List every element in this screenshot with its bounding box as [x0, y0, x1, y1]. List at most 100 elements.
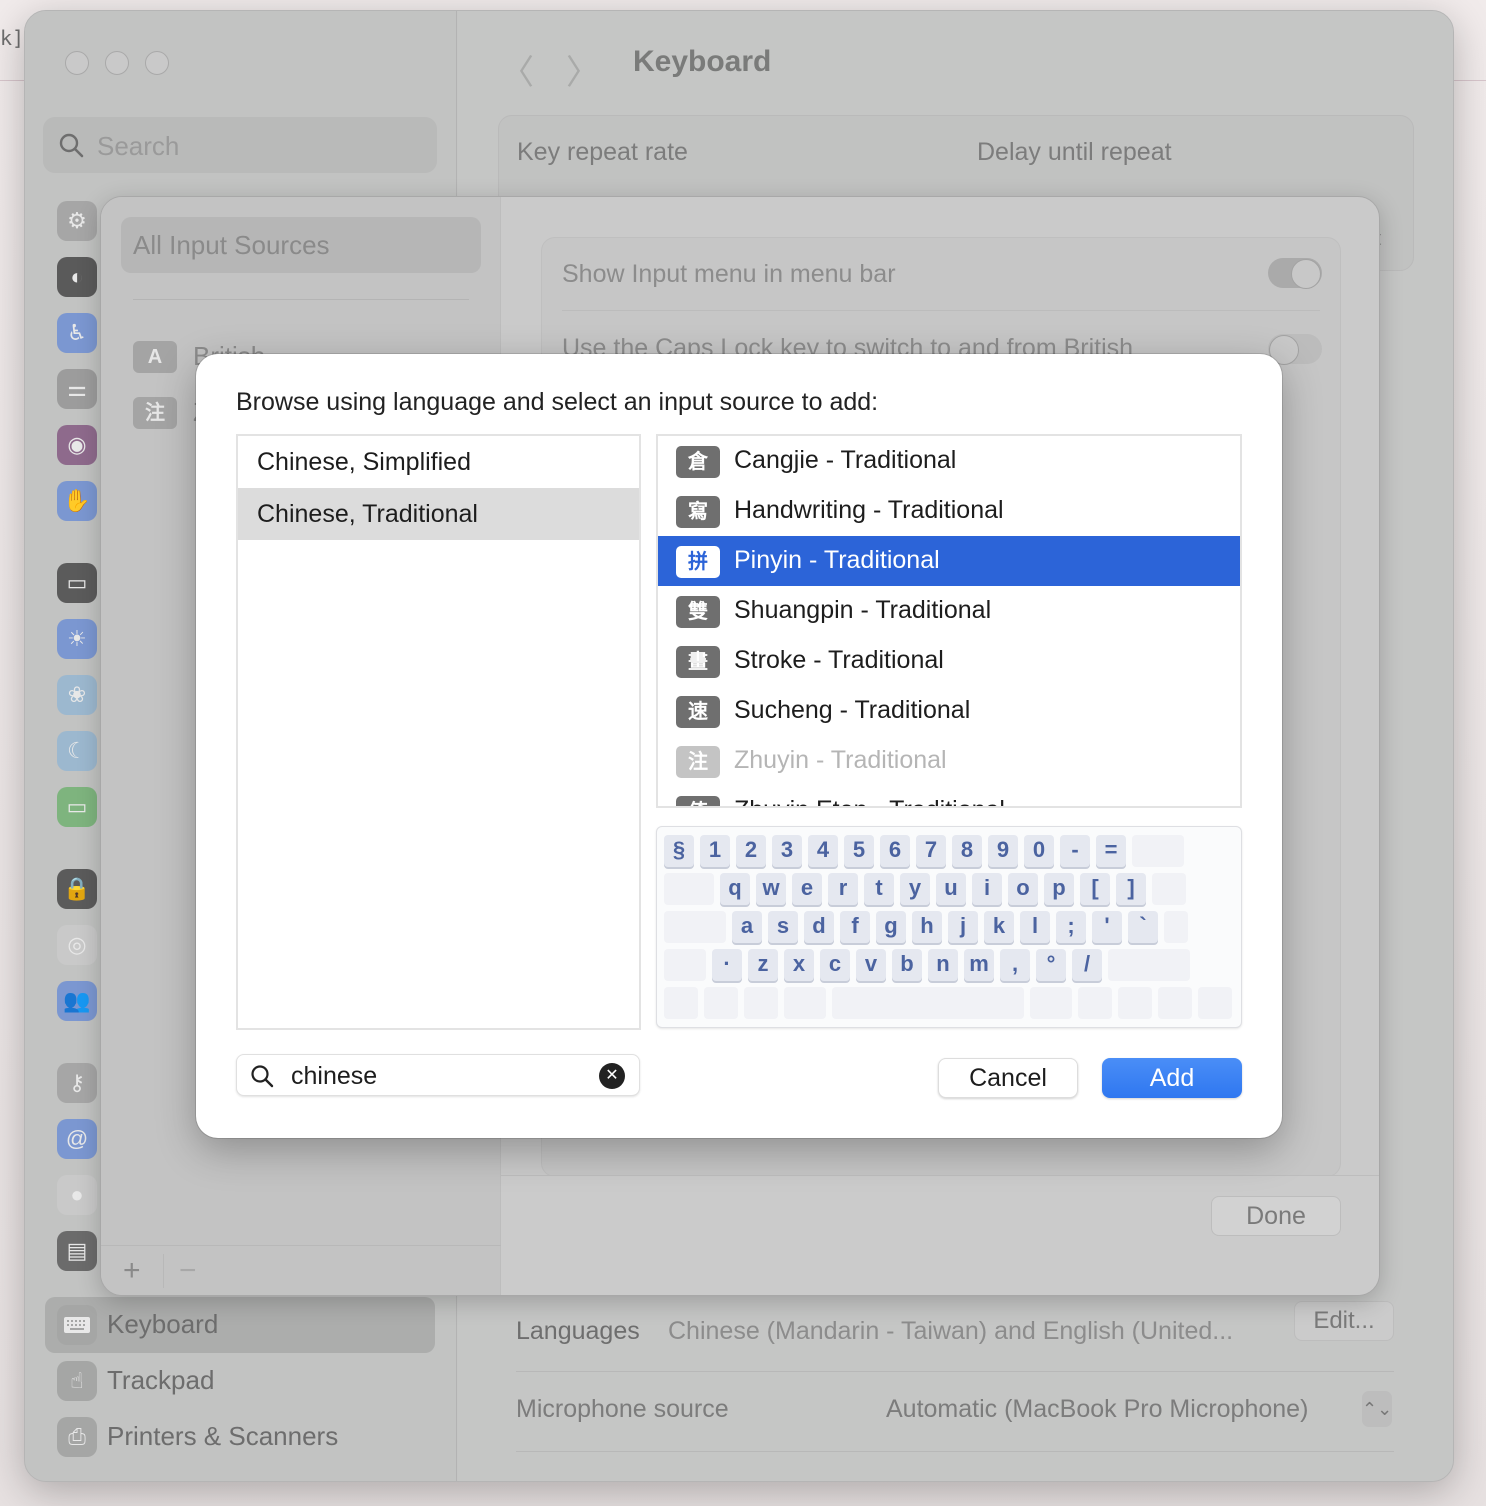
cancel-button[interactable]: Cancel [938, 1058, 1078, 1098]
keyboard-key: i [972, 873, 1002, 905]
show-input-menu-label: Show Input menu in menu bar [562, 260, 896, 288]
microphone-source-stepper[interactable]: ⌃⌄ [1362, 1391, 1392, 1427]
printer-icon: ⎙ [57, 1417, 97, 1457]
input-source-item[interactable]: 雙 Shuangpin - Traditional [658, 586, 1240, 636]
keyboard-key: ° [1036, 949, 1066, 981]
internet-accounts-icon[interactable]: @ [57, 1119, 97, 1159]
wallpaper-icon[interactable]: ❀ [57, 675, 97, 715]
appearance-icon[interactable]: ◐ [57, 257, 97, 297]
languages-label: Languages [516, 1317, 640, 1345]
keyboard-key: 3 [772, 835, 802, 867]
caps-lock-switch-toggle[interactable] [1268, 334, 1322, 365]
input-source-label: Shuangpin - Traditional [734, 596, 992, 624]
keyboard-key: a [732, 911, 762, 943]
keyboard-key: t [864, 873, 894, 905]
keyboard-key: , [1000, 949, 1030, 981]
privacy-security-icon[interactable]: ✋ [57, 481, 97, 521]
input-source-item[interactable]: 速 Sucheng - Traditional [658, 686, 1240, 736]
touch-id-icon[interactable]: ◎ [57, 925, 97, 965]
input-source-icon: 倉 [676, 446, 720, 478]
control-center-icon[interactable]: ⚌ [57, 369, 97, 409]
battery-icon[interactable]: ▭ [57, 787, 97, 827]
sidebar-search-field[interactable]: Search [43, 117, 437, 173]
displays-icon[interactable]: ☀ [57, 619, 97, 659]
close-window-button[interactable] [65, 51, 89, 75]
input-source-item[interactable]: 倚 Zhuyin Eten - Traditional [658, 786, 1240, 806]
language-item-chinese-simplified[interactable]: Chinese, Simplified [238, 436, 639, 488]
keyboard-key: ] [1116, 873, 1146, 905]
keyboard-key: 1 [700, 835, 730, 867]
keyboard-key: e [792, 873, 822, 905]
language-search-input[interactable] [291, 1059, 591, 1093]
keyboard-key: h [912, 911, 942, 943]
done-button[interactable]: Done [1211, 1196, 1341, 1236]
wallet-icon[interactable]: ▤ [57, 1231, 97, 1271]
siri-icon[interactable]: ◉ [57, 425, 97, 465]
sidebar-item-label: Keyboard [107, 1309, 219, 1339]
back-button[interactable]: 〈 [500, 45, 534, 94]
modifier-key [1132, 835, 1184, 867]
input-source-item[interactable]: 畫 Stroke - Traditional [658, 636, 1240, 686]
forward-button[interactable]: 〉 [566, 45, 600, 94]
input-source-icon: 雙 [676, 596, 720, 628]
remove-source-button[interactable]: − [179, 1254, 197, 1288]
game-center-icon[interactable]: ● [57, 1175, 97, 1215]
input-source-item[interactable]: 倉 Cangjie - Traditional [658, 436, 1240, 486]
edit-languages-button[interactable]: Edit... [1294, 1301, 1394, 1341]
language-search-field[interactable]: ✕ [236, 1054, 640, 1096]
input-source-label: Zhuyin - Traditional [734, 746, 947, 774]
divider [562, 310, 1320, 311]
list-footer: + − [101, 1245, 501, 1295]
show-input-menu-toggle[interactable] [1268, 258, 1322, 289]
keyboard-key: c [820, 949, 850, 981]
sidebar-item-trackpad[interactable]: ☝ Trackpad [45, 1353, 435, 1409]
minimize-window-button[interactable] [105, 51, 129, 75]
input-source-item[interactable]: 拼 Pinyin - Traditional [658, 536, 1240, 586]
input-source-icon: 倚 [676, 796, 720, 806]
input-source-icon: 寫 [676, 496, 720, 528]
lock-screen-icon[interactable]: 🔒 [57, 869, 97, 909]
keyboard-key: - [1060, 835, 1090, 867]
keyboard-key: d [804, 911, 834, 943]
keyboard-key: j [948, 911, 978, 943]
keyboard-key: § [664, 835, 694, 867]
add-source-button[interactable]: + [123, 1254, 141, 1288]
keyboard-key: p [1044, 873, 1074, 905]
keyboard-key: 0 [1024, 835, 1054, 867]
desktop-dock-icon[interactable]: ▭ [57, 563, 97, 603]
all-input-sources-item[interactable]: All Input Sources [121, 217, 481, 273]
sidebar-search-placeholder: Search [97, 131, 180, 161]
trackpad-icon: ☝ [57, 1361, 97, 1401]
general-icon[interactable]: ⚙ [57, 201, 97, 241]
users-groups-icon[interactable]: 👥 [57, 981, 97, 1021]
sidebar-item-label: Trackpad [107, 1365, 215, 1395]
sidebar-item-keyboard[interactable]: Keyboard [45, 1297, 435, 1353]
keyboard-key: z [748, 949, 778, 981]
keyboard-key: [ [1080, 873, 1110, 905]
keyboard-key: ` [1128, 911, 1158, 943]
dialog-prompt: Browse using language and select an inpu… [236, 388, 879, 416]
microphone-source-value[interactable]: Automatic (MacBook Pro Microphone) [886, 1395, 1308, 1424]
modifier-key [1164, 911, 1188, 943]
input-source-item[interactable]: 寫 Handwriting - Traditional [658, 486, 1240, 536]
keyboard-key: s [768, 911, 798, 943]
screen-saver-icon[interactable]: ☾ [57, 731, 97, 771]
keyboard-key: 9 [988, 835, 1018, 867]
accessibility-icon[interactable]: ♿ [57, 313, 97, 353]
zoom-window-button[interactable] [145, 51, 169, 75]
desktop-text-fragment: k] [0, 26, 25, 50]
keyboard-key: m [964, 949, 994, 981]
keyboard-key: o [1008, 873, 1038, 905]
language-list: Chinese, Simplified Chinese, Traditional [236, 434, 641, 1030]
language-item-chinese-traditional[interactable]: Chinese, Traditional [238, 488, 639, 540]
passwords-icon[interactable]: ⚷ [57, 1063, 97, 1103]
keyboard-key: u [936, 873, 966, 905]
modifier-key [1108, 949, 1190, 981]
sidebar-item-printers-scanners[interactable]: ⎙ Printers & Scanners [45, 1409, 435, 1465]
modifier-key [1118, 987, 1152, 1019]
sheet-footer: Done [501, 1175, 1379, 1295]
keyboard-key: 6 [880, 835, 910, 867]
clear-search-icon[interactable]: ✕ [599, 1063, 625, 1089]
divider [516, 1371, 1394, 1372]
add-button[interactable]: Add [1102, 1058, 1242, 1098]
